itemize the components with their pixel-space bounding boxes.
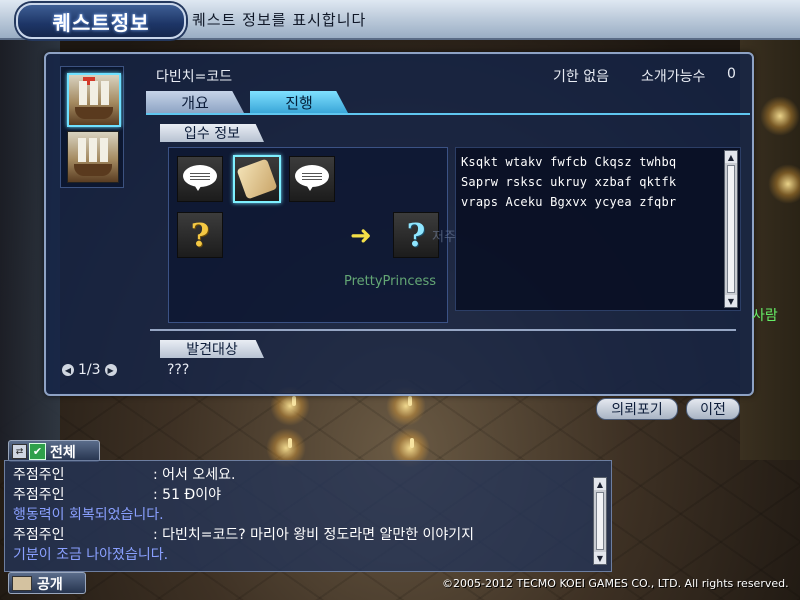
quest-description-text: Ksqkt wtakv fwfcb Ckqsz twhbq Saprw rsks… [461, 155, 677, 209]
page-prev-icon[interactable]: ◀ [62, 364, 74, 376]
scroll-down-icon[interactable]: ▼ [594, 552, 606, 564]
intro-count-value: 0 [727, 66, 736, 82]
page-next-icon[interactable]: ▶ [104, 364, 117, 376]
chat-mode-selector[interactable]: 공개 [8, 572, 86, 594]
scroll-up-icon[interactable]: ▲ [594, 478, 606, 490]
scroll-item-slot-selected[interactable] [233, 155, 281, 203]
sails-icon [78, 138, 108, 162]
scroll-thumb[interactable] [727, 165, 735, 293]
window-title-badge: 퀘스트정보 [16, 3, 186, 39]
chat-system-line: 기분이 조금 나아졌습니다. [13, 547, 169, 563]
window-title: 퀘스트정보 [52, 10, 150, 35]
copyright-notice: ©2005-2012 TECMO KOEI GAMES CO., LTD. Al… [442, 577, 789, 590]
quest-ship-icon[interactable] [67, 131, 119, 183]
player-name-tag[interactable]: PrettyPrincess [344, 274, 436, 289]
chat-log: 주점주인 : 어서 오세요. 주점주인 : 51 Đ이야 행동력이 회복되었습니다.… [4, 460, 612, 572]
scroll-icon [236, 158, 278, 200]
tab-overview[interactable]: 개요 [146, 91, 244, 113]
scroll-up-icon[interactable]: ▲ [725, 151, 737, 163]
window-description: 퀘스트 정보를 표시합니다 [192, 11, 367, 29]
chat-speaker: 주점주인 [13, 527, 65, 543]
dialog-item-slot[interactable] [177, 156, 223, 202]
chat-speaker: 주점주인 [13, 487, 65, 503]
lamp-glow [768, 164, 800, 204]
chat-message: : 어서 오세요. [153, 467, 236, 483]
chat-mode-label: 공개 [37, 577, 63, 593]
acquisition-info-label: 입수 정보 [160, 124, 264, 142]
tab-progress[interactable]: 진행 [250, 91, 348, 113]
dialog-item-slot[interactable] [289, 156, 335, 202]
quest-icon-column [60, 66, 124, 188]
candle [408, 396, 412, 406]
hull-icon [74, 164, 112, 176]
chat-line: 주점주인 : 어서 오세요. [13, 465, 235, 485]
chat-message: : 51 Đ이야 [153, 487, 222, 503]
chat-system-line: 행동력이 회복되었습니다. [13, 507, 164, 523]
quest-ship-icon-selected[interactable] [67, 73, 121, 127]
description-scrollbar[interactable]: ▲ ▼ [724, 150, 738, 308]
sails-icon [79, 81, 109, 105]
candle [410, 438, 414, 448]
checkmark-icon[interactable]: ✔ [29, 443, 46, 460]
quest-name: 다빈치=코드 [156, 69, 233, 85]
title-bar: 퀘스트정보 퀘스트 정보를 표시합니다 [0, 0, 800, 40]
quest-pager: ◀ 1/3 ▶ [62, 362, 117, 378]
page-indicator: 1/3 [78, 362, 101, 378]
quest-description-box: Ksqkt wtakv fwfcb Ckqsz twhbq Saprw rsks… [455, 147, 741, 311]
lamp-glow [760, 96, 800, 136]
swap-icon[interactable]: ⇄ [12, 444, 27, 459]
candle [292, 396, 296, 406]
chat-scrollbar[interactable]: ▲ ▼ [593, 477, 607, 565]
candle [288, 438, 292, 448]
tab-underline [146, 113, 750, 115]
speech-lines-icon [302, 173, 322, 181]
discovery-target-value: ??? [167, 362, 190, 378]
scroll-down-icon[interactable]: ▼ [725, 295, 737, 307]
unknown-item-slot[interactable]: ? [177, 212, 223, 258]
give-up-quest-button[interactable]: 의뢰포기 [596, 398, 678, 420]
chat-message: : 다빈치=코드? 마리아 왕비 정도라면 알만한 이야기지 [153, 527, 475, 543]
speaker-mode-icon [12, 576, 32, 591]
scroll-thumb[interactable] [596, 492, 604, 550]
hull-icon [75, 107, 113, 119]
question-mark-gold-icon: ? [190, 216, 210, 254]
chat-line: 주점주인 : 51 Đ이야 [13, 485, 221, 505]
quest-deadline: 기한 없음 [553, 69, 609, 85]
chat-channel-label: 전체 [50, 445, 76, 461]
speech-lines-icon [190, 173, 210, 181]
acquisition-items-box: ? ? [168, 147, 448, 323]
arrow-right-icon: ➜ [350, 221, 372, 251]
chat-line: 주점주인 : 다빈치=코드? 마리아 왕비 정도라면 알만한 이야기지 [13, 525, 474, 545]
background-ghost-text: 저주 [432, 230, 456, 245]
npc-name-tag[interactable]: 사람 [752, 305, 778, 325]
intro-count-label: 소개가능수 [641, 69, 706, 85]
discovery-target-label: 발견대상 [160, 340, 264, 358]
section-divider [150, 329, 736, 331]
chat-speaker: 주점주인 [13, 467, 65, 483]
chat-channel-header[interactable]: ⇄ ✔ 전체 [8, 440, 100, 462]
previous-button[interactable]: 이전 [686, 398, 740, 420]
